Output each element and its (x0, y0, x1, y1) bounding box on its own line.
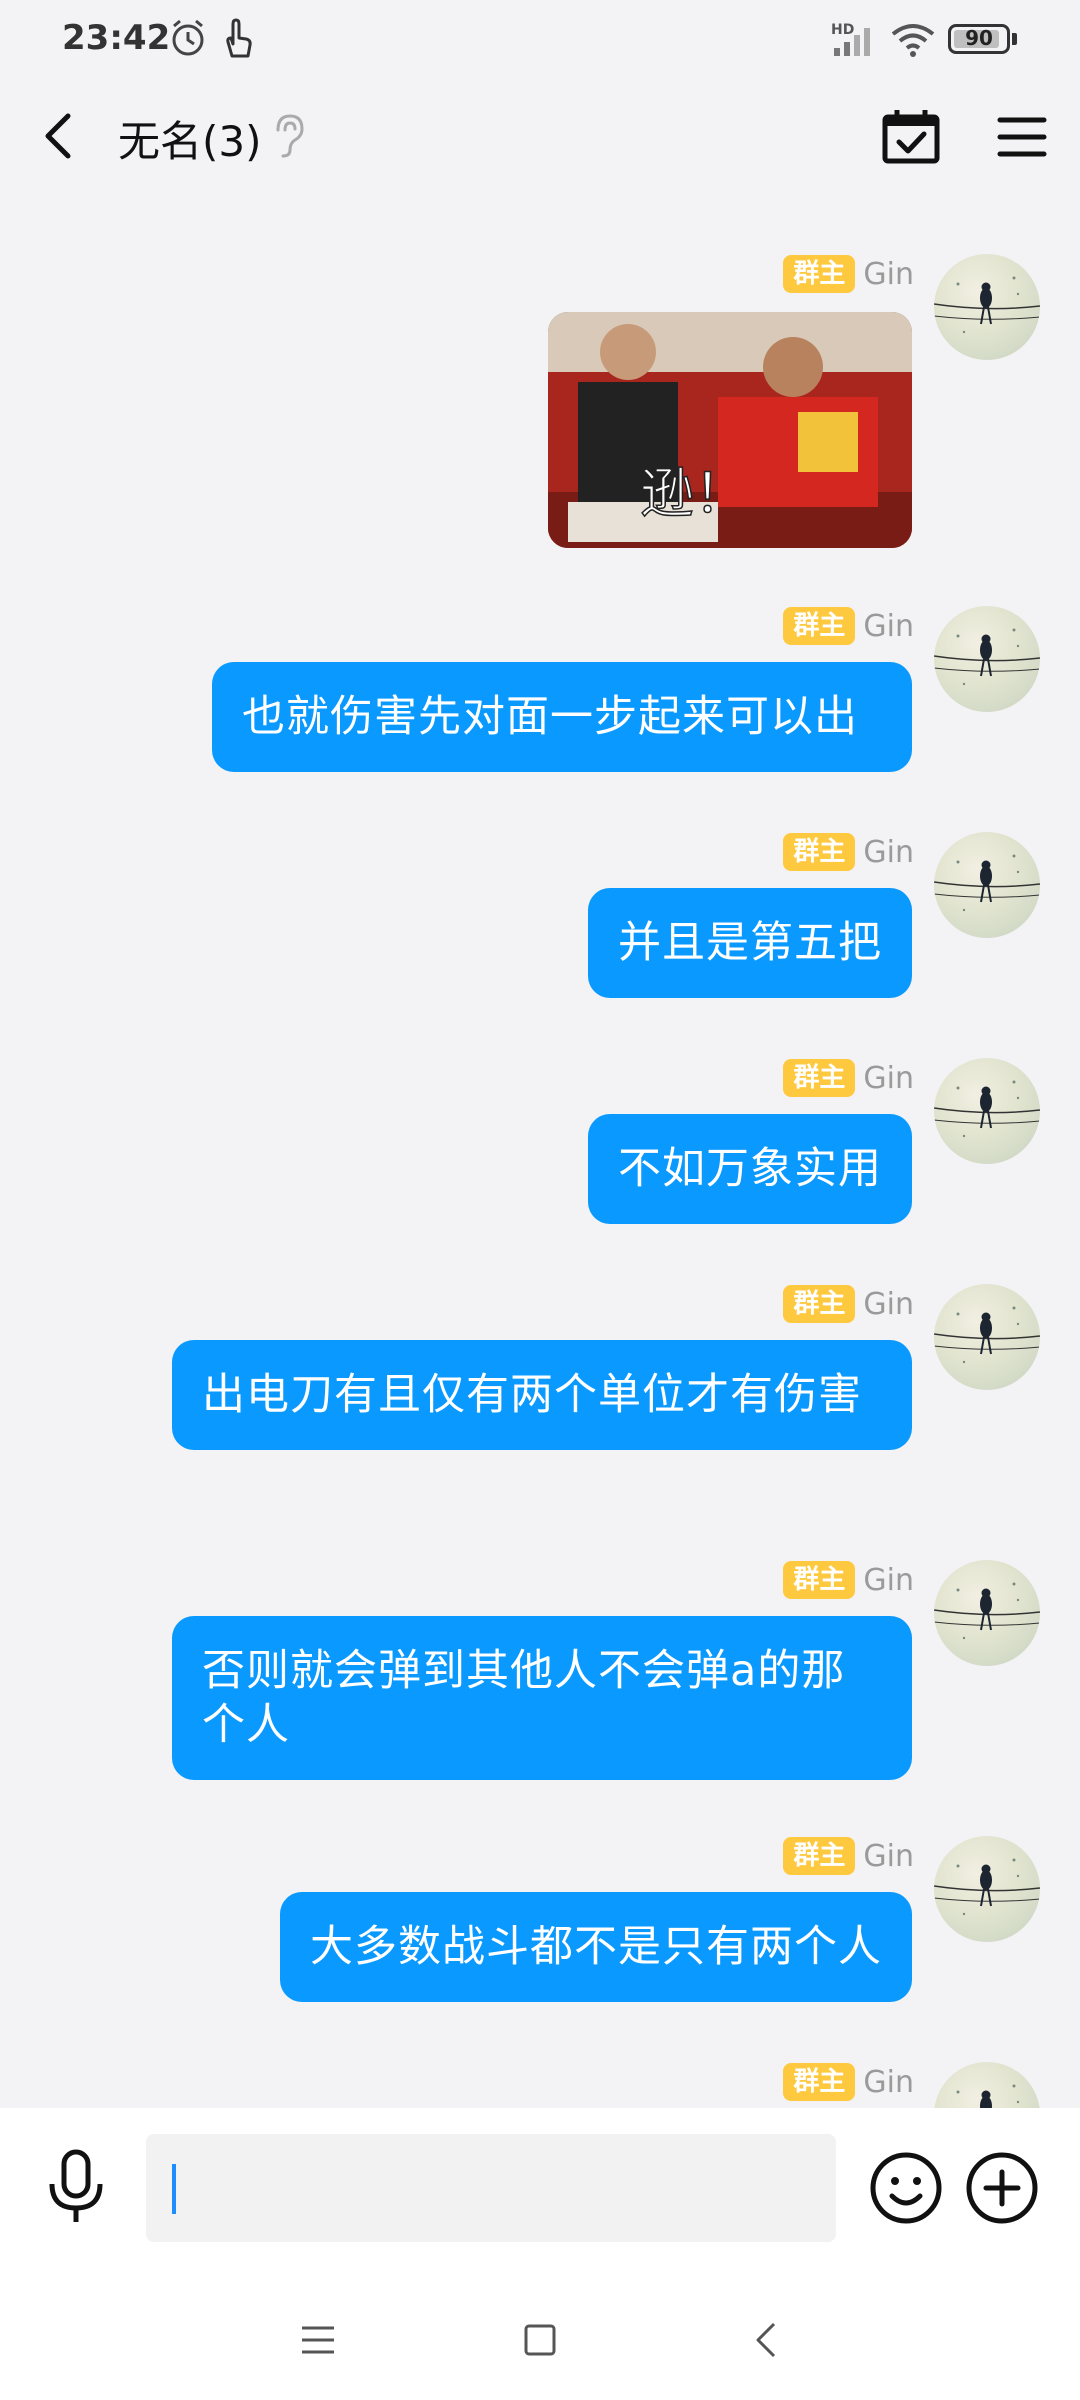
sender-line: 群主 Gin (783, 2062, 914, 2102)
sender-name[interactable]: Gin (863, 835, 914, 870)
signal-icon (832, 24, 876, 62)
message-bubble[interactable]: 不如万象实用 (588, 1114, 912, 1224)
ear-icon (270, 112, 306, 164)
recent-apps-button[interactable] (294, 2316, 342, 2364)
chat-title[interactable]: 无名(3) (118, 108, 262, 169)
sender-name[interactable]: Gin (863, 1839, 914, 1874)
smiley-icon (870, 2152, 942, 2224)
sender-line: 群主 Gin (783, 1560, 914, 1600)
hamburger-icon (997, 117, 1047, 157)
chat-header: 无名(3) (0, 84, 1080, 192)
wifi-icon (890, 22, 936, 62)
calendar-button[interactable] (880, 106, 942, 168)
owner-badge: 群主 (783, 1059, 856, 1097)
menu-button[interactable] (994, 106, 1050, 168)
touch-hand-icon (218, 16, 258, 66)
owner-badge: 群主 (783, 833, 856, 871)
message-input[interactable] (146, 2134, 836, 2242)
message-bubble[interactable]: 大多数战斗都不是只有两个人 (280, 1892, 912, 2002)
alarm-icon (168, 16, 208, 64)
owner-badge: 群主 (783, 255, 856, 293)
avatar[interactable] (934, 1836, 1040, 1942)
bird-avatar-icon (934, 1306, 1040, 1364)
avatar[interactable] (934, 254, 1040, 360)
sender-name[interactable]: Gin (863, 2065, 914, 2100)
message-bubble[interactable]: 出电刀有且仅有两个单位才有伤害 (172, 1340, 912, 1450)
back-arrow-icon (756, 2322, 776, 2358)
sender-name[interactable]: Gin (863, 609, 914, 644)
avatar[interactable] (934, 1284, 1040, 1390)
owner-badge: 群主 (783, 1837, 856, 1875)
owner-badge: 群主 (783, 607, 856, 645)
battery-tip (1012, 33, 1017, 45)
bird-avatar-icon (934, 1080, 1040, 1138)
message-bubble[interactable]: 并且是第五把 (588, 888, 912, 998)
battery-indicator: 90 (948, 24, 1010, 54)
owner-badge: 群主 (783, 2063, 856, 2101)
input-bar (0, 2108, 1080, 2278)
sender-line: 群主 Gin (783, 1284, 914, 1324)
emoji-button[interactable] (868, 2150, 944, 2226)
calendar-check-icon (882, 110, 940, 164)
sender-name[interactable]: Gin (863, 1563, 914, 1598)
bird-avatar-icon (934, 854, 1040, 912)
image-message[interactable]: 逊！ (548, 312, 912, 548)
sender-line: 群主 Gin (783, 606, 914, 646)
sender-name[interactable]: Gin (863, 1287, 914, 1322)
owner-badge: 群主 (783, 1561, 856, 1599)
square-icon (524, 2324, 556, 2356)
menu-lines-icon (302, 2326, 334, 2354)
chevron-left-icon (45, 113, 71, 159)
avatar[interactable] (934, 606, 1040, 712)
bird-avatar-icon (956, 2084, 1020, 2108)
image-caption: 逊！ (640, 462, 748, 525)
plus-circle-icon (966, 2152, 1038, 2224)
sender-name[interactable]: Gin (863, 1061, 914, 1096)
text-cursor (172, 2164, 176, 2214)
bird-avatar-icon (934, 1858, 1040, 1916)
meme-image: 逊！ (548, 312, 912, 548)
system-nav-bar (0, 2278, 1080, 2400)
voice-button[interactable] (42, 2148, 110, 2228)
battery-percent: 90 (965, 26, 993, 50)
sender-name[interactable]: Gin (863, 257, 914, 292)
sender-line: 群主 Gin (783, 832, 914, 872)
message-bubble[interactable]: 也就伤害先对面一步起来可以出 (212, 662, 912, 772)
plus-button[interactable] (964, 2150, 1040, 2226)
message-list[interactable]: 群主 Gin 逊！ 群主 Gin 也就伤害先对面一步起来可以出 群主 Gin 并… (0, 192, 1080, 2108)
avatar[interactable] (934, 832, 1040, 938)
avatar[interactable] (934, 2062, 1040, 2108)
sender-line: 群主 Gin (783, 1836, 914, 1876)
sender-line: 群主 Gin (783, 1058, 914, 1098)
microphone-icon (49, 2149, 103, 2222)
status-bar: 23:42 HD 90 (0, 0, 1080, 84)
home-button[interactable] (516, 2316, 564, 2364)
sender-line: 群主 Gin (783, 254, 914, 294)
back-button[interactable] (28, 100, 92, 172)
bird-avatar-icon (934, 1582, 1040, 1640)
avatar[interactable] (934, 1560, 1040, 1666)
nav-back-button[interactable] (744, 2316, 792, 2364)
owner-badge: 群主 (783, 1285, 856, 1323)
status-time: 23:42 (62, 18, 171, 58)
bird-avatar-icon (934, 628, 1040, 686)
avatar[interactable] (934, 1058, 1040, 1164)
bird-avatar-icon (934, 276, 1040, 334)
message-bubble[interactable]: 否则就会弹到其他人不会弹a的那个人 (172, 1616, 912, 1780)
